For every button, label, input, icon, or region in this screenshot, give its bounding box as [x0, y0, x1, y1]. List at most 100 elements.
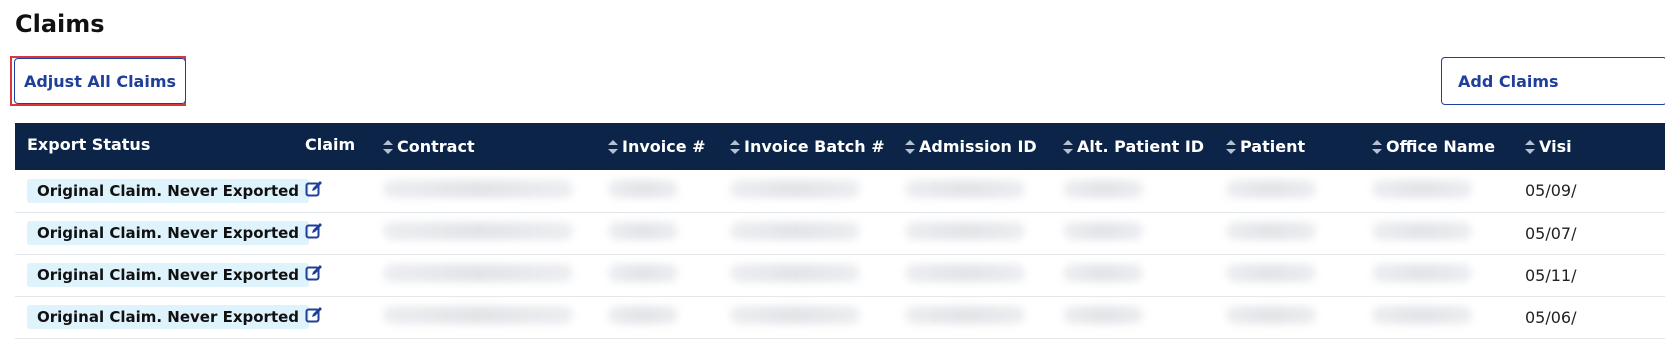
- page-title: Claims: [15, 10, 105, 38]
- redacted-value: [905, 264, 1025, 282]
- contract-cell: [371, 296, 596, 338]
- redacted-value: [608, 222, 678, 240]
- alt-patient-id-cell: [1051, 296, 1214, 338]
- redacted-value: [608, 306, 678, 324]
- column-header-contract[interactable]: Contract: [371, 123, 596, 170]
- invoice-batch-cell: [718, 254, 893, 296]
- export-status-cell: Original Claim. Never Exported: [15, 296, 310, 338]
- redacted-value: [1372, 306, 1472, 324]
- sort-icon[interactable]: [383, 140, 393, 154]
- sort-icon[interactable]: [730, 140, 740, 154]
- invoice-number-cell: [596, 170, 718, 212]
- visit-date: 05/06/: [1525, 307, 1577, 327]
- redacted-value: [1372, 179, 1472, 198]
- redacted-value: [730, 179, 860, 198]
- claim-cell: [293, 254, 371, 296]
- status-badge: Original Claim. Never Exported: [27, 263, 310, 287]
- visit-date: 05/11/: [1525, 265, 1577, 285]
- sort-icon[interactable]: [905, 140, 915, 154]
- contract-cell: [371, 212, 596, 254]
- column-header-invoice-batch[interactable]: Invoice Batch #: [718, 123, 893, 170]
- visit-cell: 05/06/: [1513, 296, 1665, 338]
- office-name-cell: [1360, 254, 1513, 296]
- column-header-export-status: Export Status: [27, 135, 151, 154]
- admission-id-cell: [893, 212, 1051, 254]
- table-header-row: Export Status Claim Contract Invoice # I…: [15, 123, 1665, 170]
- claims-table: Export Status Claim Contract Invoice # I…: [15, 123, 1665, 339]
- visit-cell: 05/07/: [1513, 212, 1665, 254]
- redacted-value: [1063, 306, 1143, 324]
- sort-icon[interactable]: [1226, 140, 1236, 154]
- edit-icon[interactable]: [305, 180, 323, 198]
- edit-icon[interactable]: [305, 264, 323, 282]
- table-row[interactable]: Original Claim. Never Exported 05/07/: [15, 212, 1665, 254]
- sort-icon[interactable]: [1525, 140, 1535, 154]
- export-status-cell: Original Claim. Never Exported: [15, 212, 310, 254]
- patient-cell: [1214, 296, 1360, 338]
- status-badge: Original Claim. Never Exported: [27, 178, 310, 203]
- redacted-value: [1063, 264, 1143, 282]
- status-badge: Original Claim. Never Exported: [27, 305, 310, 329]
- redacted-value: [383, 179, 573, 198]
- visit-cell: 05/11/: [1513, 254, 1665, 296]
- column-header-visit[interactable]: Visi: [1513, 123, 1665, 170]
- invoice-number-cell: [596, 212, 718, 254]
- redacted-value: [608, 179, 678, 198]
- claim-cell: [293, 212, 371, 254]
- admission-id-cell: [893, 296, 1051, 338]
- redacted-value: [383, 222, 573, 240]
- office-name-cell: [1360, 170, 1513, 212]
- redacted-value: [383, 264, 573, 282]
- invoice-number-cell: [596, 254, 718, 296]
- invoice-batch-cell: [718, 212, 893, 254]
- sort-icon[interactable]: [1372, 140, 1382, 154]
- table-row[interactable]: Original Claim. Never Exported 05/06/: [15, 296, 1665, 338]
- column-header-alt-patient-id[interactable]: Alt. Patient ID: [1051, 123, 1214, 170]
- table-row[interactable]: Original Claim. Never Exported 05/09/: [15, 170, 1665, 212]
- redacted-value: [1226, 222, 1316, 240]
- redacted-value: [730, 222, 860, 240]
- contract-cell: [371, 170, 596, 212]
- table-row[interactable]: Original Claim. Never Exported 05/11/: [15, 254, 1665, 296]
- redacted-value: [730, 264, 860, 282]
- column-header-admission-id[interactable]: Admission ID: [893, 123, 1051, 170]
- redacted-value: [730, 306, 860, 324]
- redacted-value: [1226, 179, 1316, 198]
- alt-patient-id-cell: [1051, 170, 1214, 212]
- patient-cell: [1214, 254, 1360, 296]
- redacted-value: [905, 222, 1025, 240]
- edit-icon[interactable]: [305, 222, 323, 240]
- claim-cell: [293, 296, 371, 338]
- export-status-cell: Original Claim. Never Exported: [15, 254, 310, 296]
- redacted-value: [905, 306, 1025, 324]
- redacted-value: [1063, 179, 1143, 198]
- add-claims-button[interactable]: Add Claims: [1441, 57, 1665, 105]
- column-header-patient[interactable]: Patient: [1214, 123, 1360, 170]
- edit-icon[interactable]: [305, 306, 323, 324]
- column-header-office-name[interactable]: Office Name: [1360, 123, 1513, 170]
- visit-date: 05/09/: [1525, 181, 1577, 201]
- sort-icon[interactable]: [1063, 140, 1073, 154]
- redacted-value: [1063, 222, 1143, 240]
- patient-cell: [1214, 212, 1360, 254]
- office-name-cell: [1360, 212, 1513, 254]
- export-status-cell: Original Claim. Never Exported: [15, 170, 310, 212]
- column-header-invoice-number[interactable]: Invoice #: [596, 123, 718, 170]
- visit-date: 05/07/: [1525, 223, 1577, 243]
- redacted-value: [1226, 306, 1316, 324]
- invoice-batch-cell: [718, 296, 893, 338]
- redacted-value: [905, 179, 1025, 198]
- alt-patient-id-cell: [1051, 212, 1214, 254]
- column-header-claim: Claim: [305, 135, 356, 154]
- redacted-value: [1226, 264, 1316, 282]
- claims-table-container: Export Status Claim Contract Invoice # I…: [15, 123, 1665, 364]
- alt-patient-id-cell: [1051, 254, 1214, 296]
- redacted-value: [1372, 222, 1472, 240]
- claim-cell: [293, 170, 371, 212]
- adjust-all-claims-button[interactable]: Adjust All Claims: [14, 58, 186, 104]
- sort-icon[interactable]: [608, 140, 618, 154]
- admission-id-cell: [893, 254, 1051, 296]
- redacted-value: [608, 264, 678, 282]
- visit-cell: 05/09/: [1513, 170, 1665, 212]
- redacted-value: [1372, 264, 1472, 282]
